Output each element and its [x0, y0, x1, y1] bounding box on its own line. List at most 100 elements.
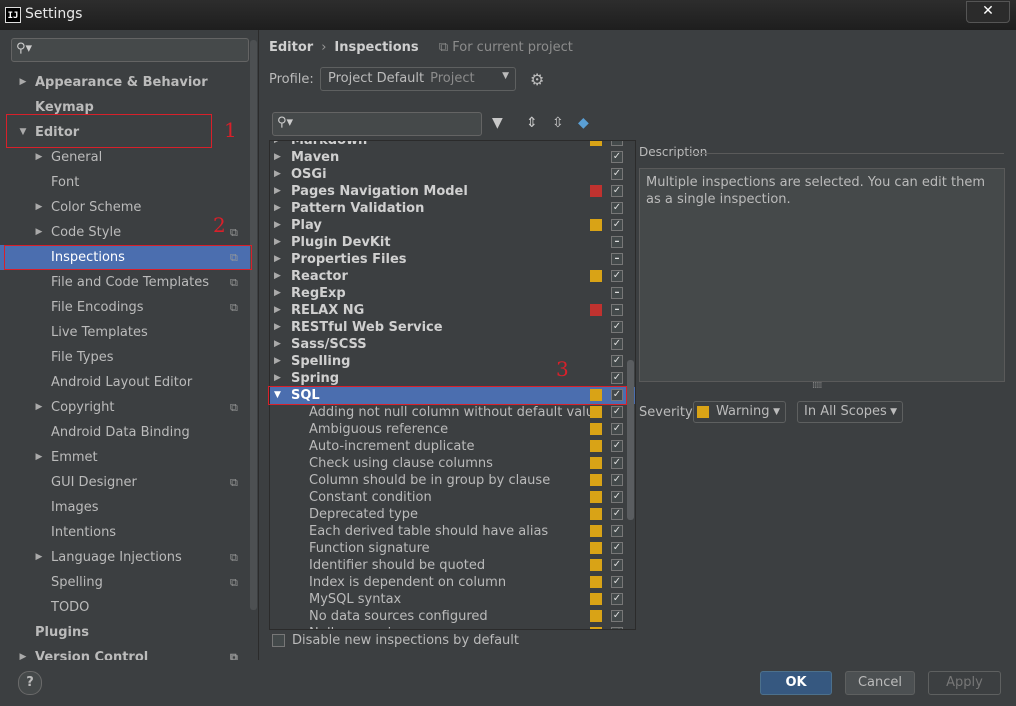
- expand-arrow-right-icon[interactable]: ▶: [274, 268, 281, 285]
- inspection-group-row[interactable]: ▶ RegExp –: [270, 285, 635, 302]
- inspection-row[interactable]: Auto-increment duplicate ✓: [270, 438, 635, 455]
- enabled-checkbox[interactable]: ✓: [611, 406, 623, 418]
- inspection-group-row[interactable]: ▶ Pages Navigation Model ✓: [270, 183, 635, 200]
- sidebar-item[interactable]: File Types: [0, 345, 256, 370]
- inspection-group-row[interactable]: ▶ Spelling ✓: [270, 353, 635, 370]
- enabled-checkbox[interactable]: ✓: [611, 185, 623, 197]
- inspection-row[interactable]: No data sources configured ✓: [270, 608, 635, 625]
- close-button[interactable]: ✕: [966, 1, 1010, 23]
- inspection-group-row[interactable]: ▶ RELAX NG –: [270, 302, 635, 319]
- expand-arrow-right-icon[interactable]: ▶: [16, 645, 30, 660]
- expand-arrow-right-icon[interactable]: ▶: [274, 200, 281, 217]
- expand-arrow-right-icon[interactable]: ▶: [32, 445, 46, 470]
- inspections-search-input[interactable]: ⚲▾: [272, 112, 482, 136]
- enabled-checkbox[interactable]: ✓: [611, 338, 623, 350]
- enabled-checkbox[interactable]: ✓: [611, 627, 623, 629]
- inspection-group-row[interactable]: ▶ Maven ✓: [270, 149, 635, 166]
- sidebar-item[interactable]: ▶ Emmet: [0, 445, 256, 470]
- enabled-checkbox[interactable]: ✓: [611, 559, 623, 571]
- enabled-checkbox[interactable]: ✓: [611, 508, 623, 520]
- sidebar-item[interactable]: Intentions: [0, 520, 256, 545]
- resize-grip-icon[interactable]: ⁞⁞⁞⁞⁞: [812, 381, 822, 391]
- inspection-row[interactable]: Function signature ✓: [270, 540, 635, 557]
- enabled-checkbox[interactable]: ✓: [611, 219, 623, 231]
- sidebar-item[interactable]: Live Templates: [0, 320, 256, 345]
- sidebar-item[interactable]: Spelling ⧉: [0, 570, 256, 595]
- expand-all-icon[interactable]: ⇕: [526, 115, 538, 131]
- inspection-row[interactable]: Deprecated type ✓: [270, 506, 635, 523]
- inspection-row[interactable]: Column should be in group by clause ✓: [270, 472, 635, 489]
- enabled-checkbox[interactable]: –: [611, 304, 623, 316]
- expand-arrow-right-icon[interactable]: ▶: [274, 251, 281, 268]
- expand-arrow-right-icon[interactable]: ▶: [274, 217, 281, 234]
- inspections-scrollbar[interactable]: [627, 360, 634, 520]
- enabled-checkbox[interactable]: ✓: [611, 525, 623, 537]
- collapse-all-icon[interactable]: ⇳: [552, 115, 564, 131]
- inspection-row[interactable]: Ambiguous reference ✓: [270, 421, 635, 438]
- inspection-row[interactable]: Identifier should be quoted ✓: [270, 557, 635, 574]
- sidebar-item[interactable]: ▶ Version Control ⧉: [0, 645, 256, 660]
- inspection-row[interactable]: MySQL syntax ✓: [270, 591, 635, 608]
- inspection-row[interactable]: Check using clause columns ✓: [270, 455, 635, 472]
- splitter[interactable]: [258, 30, 259, 660]
- sidebar-item[interactable]: GUI Designer ⧉: [0, 470, 256, 495]
- inspection-group-row[interactable]: ▶ Sass/SCSS ✓: [270, 336, 635, 353]
- sidebar-item[interactable]: ▶ Language Injections ⧉: [0, 545, 256, 570]
- sidebar-item[interactable]: Android Layout Editor: [0, 370, 256, 395]
- enabled-checkbox[interactable]: ✓: [611, 270, 623, 282]
- inspection-group-row[interactable]: ▶ RESTful Web Service ✓: [270, 319, 635, 336]
- reset-to-default-icon[interactable]: ◆: [578, 115, 589, 131]
- inspection-group-row[interactable]: ▶ Markdown ✓: [270, 141, 635, 149]
- enabled-checkbox[interactable]: ✓: [611, 141, 623, 146]
- expand-arrow-right-icon[interactable]: ▶: [274, 183, 281, 200]
- inspection-row[interactable]: Constant condition ✓: [270, 489, 635, 506]
- inspection-row[interactable]: Null comparison ✓: [270, 625, 635, 629]
- enabled-checkbox[interactable]: ✓: [611, 610, 623, 622]
- help-button[interactable]: ?: [18, 671, 42, 695]
- checkbox-box[interactable]: [272, 634, 285, 647]
- inspection-group-row[interactable]: ▶ OSGi ✓: [270, 166, 635, 183]
- sidebar-item[interactable]: File and Code Templates ⧉: [0, 270, 256, 295]
- expand-arrow-right-icon[interactable]: ▶: [274, 141, 281, 149]
- settings-search-input[interactable]: ⚲▾: [11, 38, 249, 62]
- cancel-button[interactable]: Cancel: [845, 671, 915, 695]
- expand-arrow-right-icon[interactable]: ▶: [274, 149, 281, 166]
- enabled-checkbox[interactable]: ✓: [611, 491, 623, 503]
- inspection-group-row[interactable]: ▶ Reactor ✓: [270, 268, 635, 285]
- enabled-checkbox[interactable]: –: [611, 236, 623, 248]
- sidebar-item[interactable]: Font: [0, 170, 256, 195]
- severity-dropdown[interactable]: Warning ▼: [693, 401, 786, 423]
- sidebar-item[interactable]: TODO: [0, 595, 256, 620]
- enabled-checkbox[interactable]: –: [611, 253, 623, 265]
- sidebar-scrollbar[interactable]: [250, 40, 257, 610]
- enabled-checkbox[interactable]: ✓: [611, 151, 623, 163]
- expand-arrow-right-icon[interactable]: ▶: [274, 353, 281, 370]
- expand-arrow-right-icon[interactable]: ▶: [32, 220, 46, 245]
- enabled-checkbox[interactable]: ✓: [611, 593, 623, 605]
- sidebar-item[interactable]: Android Data Binding: [0, 420, 256, 445]
- expand-arrow-right-icon[interactable]: ▶: [16, 70, 30, 95]
- scope-dropdown[interactable]: In All Scopes ▼: [797, 401, 903, 423]
- sidebar-item[interactable]: ▶ General: [0, 145, 256, 170]
- enabled-checkbox[interactable]: ✓: [611, 423, 623, 435]
- inspection-group-row[interactable]: ▶ Pattern Validation ✓: [270, 200, 635, 217]
- expand-arrow-right-icon[interactable]: ▶: [274, 319, 281, 336]
- expand-arrow-right-icon[interactable]: ▶: [274, 302, 281, 319]
- expand-arrow-right-icon[interactable]: ▶: [274, 234, 281, 251]
- expand-arrow-right-icon[interactable]: ▶: [274, 285, 281, 302]
- apply-button[interactable]: Apply: [928, 671, 1001, 695]
- inspection-row[interactable]: Index is dependent on column ✓: [270, 574, 635, 591]
- enabled-checkbox[interactable]: ✓: [611, 542, 623, 554]
- sidebar-item[interactable]: Images: [0, 495, 256, 520]
- enabled-checkbox[interactable]: ✓: [611, 355, 623, 367]
- enabled-checkbox[interactable]: ✓: [611, 372, 623, 384]
- expand-arrow-right-icon[interactable]: ▶: [32, 195, 46, 220]
- expand-arrow-right-icon[interactable]: ▶: [274, 370, 281, 387]
- expand-arrow-right-icon[interactable]: ▶: [274, 336, 281, 353]
- expand-arrow-right-icon[interactable]: ▶: [32, 145, 46, 170]
- enabled-checkbox[interactable]: ✓: [611, 457, 623, 469]
- expand-arrow-right-icon[interactable]: ▶: [32, 545, 46, 570]
- sidebar-item[interactable]: ▶ Appearance & Behavior: [0, 70, 256, 95]
- enabled-checkbox[interactable]: ✓: [611, 321, 623, 333]
- sidebar-item[interactable]: ▶ Copyright ⧉: [0, 395, 256, 420]
